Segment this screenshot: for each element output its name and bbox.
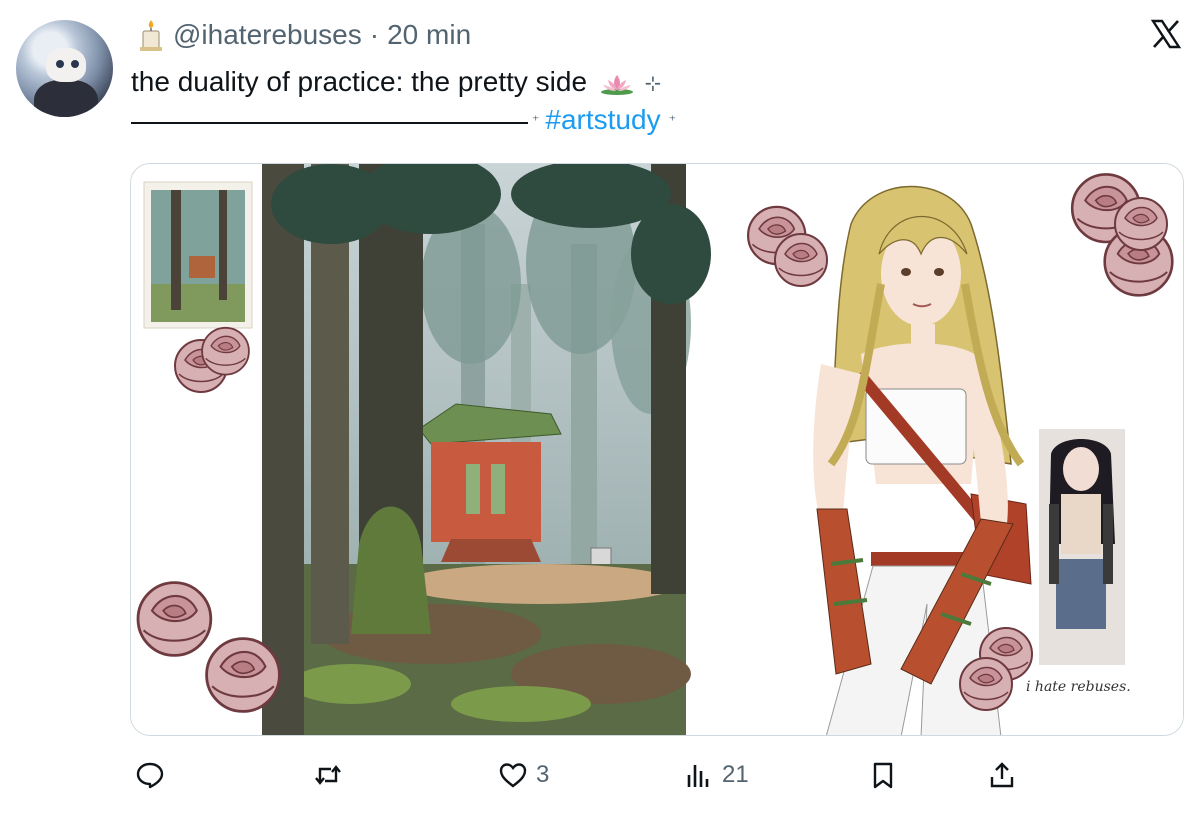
views-chart-icon [687, 765, 709, 787]
tweet-actions: 3 21 [0, 755, 1200, 795]
avatar-eye [56, 60, 64, 68]
author-handle[interactable]: @ihaterebuses [173, 19, 362, 51]
avatar-eye [71, 60, 79, 68]
avatar-face [46, 48, 86, 82]
candle-icon [140, 20, 162, 51]
bookmark-button[interactable] [868, 755, 898, 795]
tweet-body-text: the duality of practice: the pretty side [131, 66, 588, 97]
share-button[interactable] [987, 755, 1017, 795]
avatar-body [34, 80, 98, 117]
separator-dot: · [369, 19, 380, 50]
tweet-line-two: ⁺ #artstudy ⁺ [131, 100, 676, 140]
views-count: 21 [722, 761, 749, 788]
hashtag-link[interactable]: #artstudy [545, 104, 660, 136]
bookmark-icon [873, 762, 893, 789]
artist-watermark: i hate rebuses. [1026, 679, 1131, 695]
retweet-button[interactable] [313, 755, 351, 795]
reply-icon [136, 762, 164, 789]
like-button[interactable]: 3 [498, 755, 549, 795]
media-illustration [131, 164, 1183, 735]
heart-icon [499, 763, 527, 788]
retweet-icon [315, 765, 341, 785]
x-logo-icon[interactable] [1150, 18, 1182, 50]
lotus-icon [600, 74, 633, 95]
share-icon [990, 762, 1014, 788]
text-divider-line [131, 122, 528, 124]
tweet-header: @ihaterebuses · 20 min [137, 18, 471, 52]
avatar[interactable] [16, 20, 113, 117]
timestamp[interactable]: 20 min [387, 19, 471, 51]
reply-button[interactable] [135, 755, 173, 795]
views-button[interactable]: 21 [684, 755, 749, 795]
tweet-text: the duality of practice: the pretty side… [131, 62, 661, 104]
sparkle-icon: ⊹ [644, 72, 662, 95]
reference-thumbnail-left [143, 181, 253, 329]
sparkle-icon: ⁺ [532, 111, 540, 128]
reference-photo-right [1039, 429, 1125, 665]
tweet-media[interactable]: i hate rebuses. [130, 163, 1184, 736]
forest-shrine-painting [262, 164, 711, 735]
sparkle-icon: ⁺ [668, 111, 676, 128]
like-count: 3 [536, 761, 550, 788]
